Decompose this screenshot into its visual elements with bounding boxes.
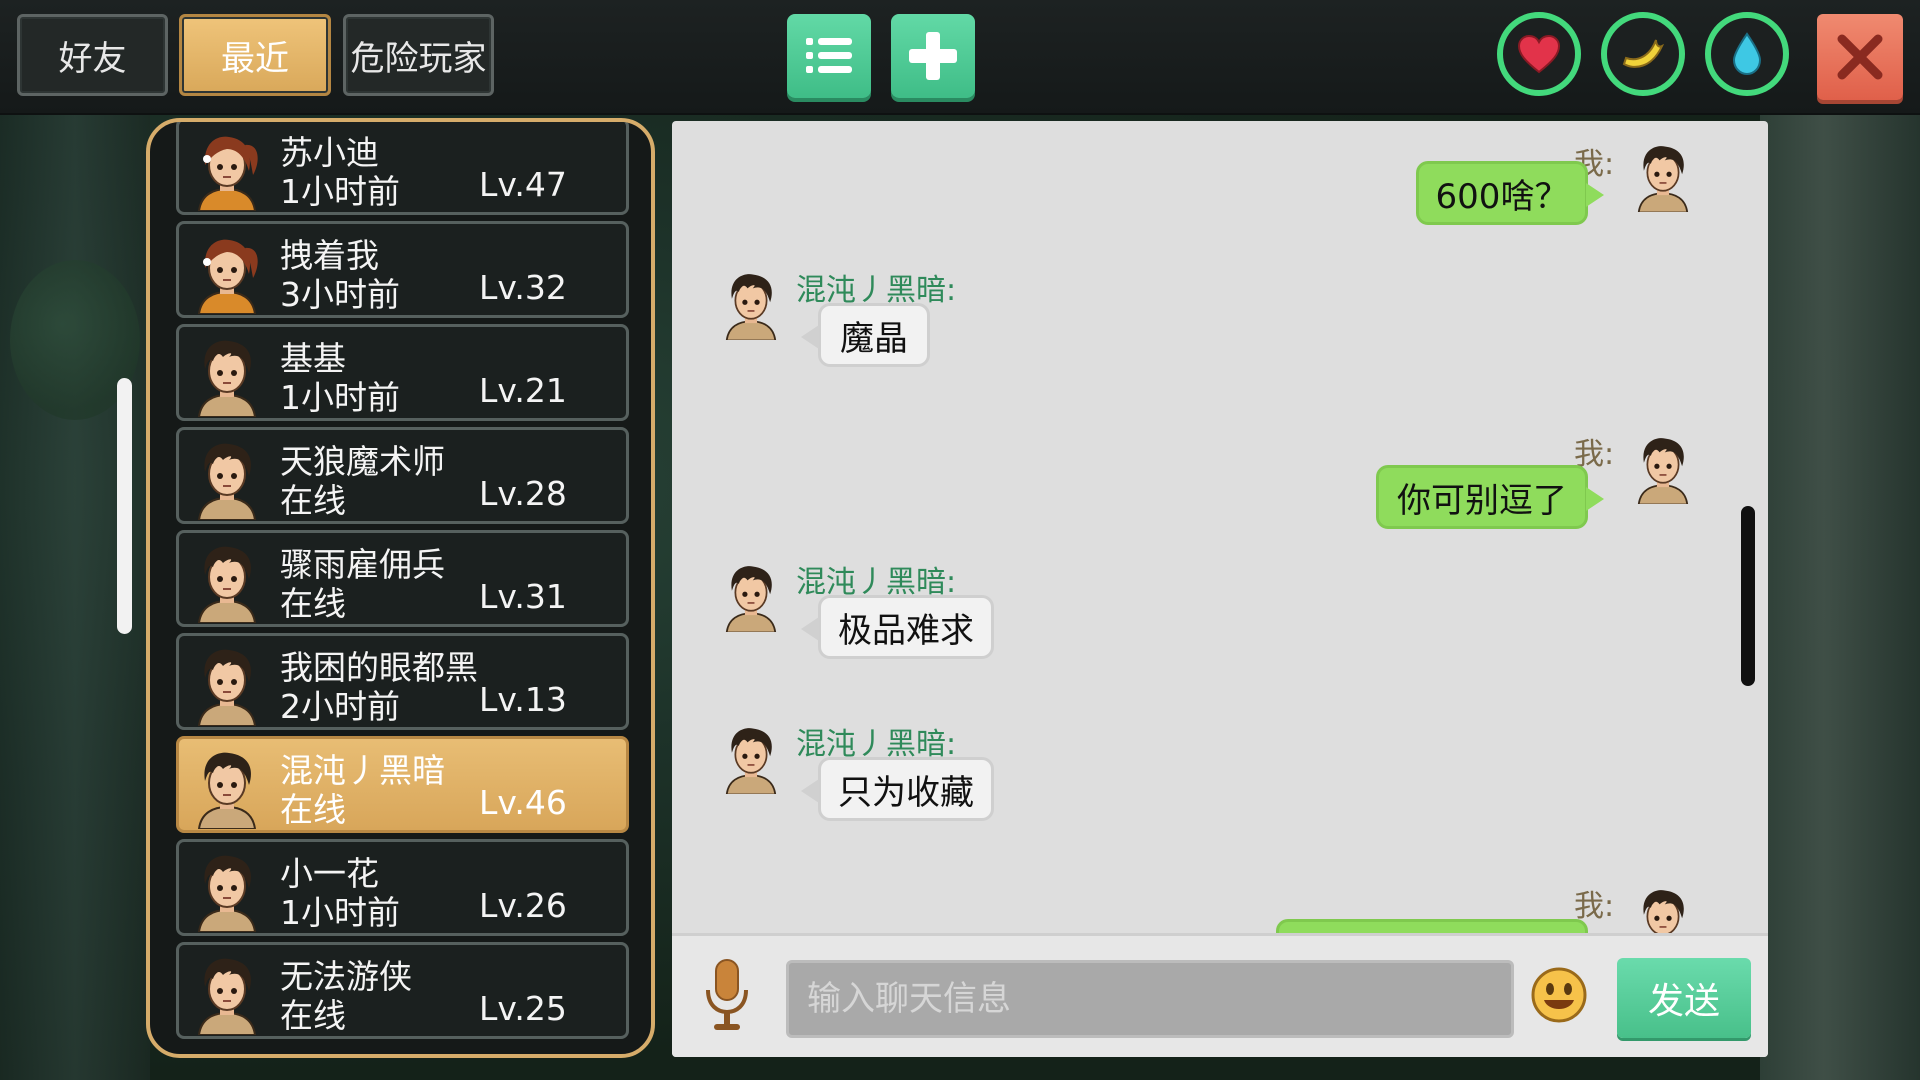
friend-status: 3小时前: [280, 275, 400, 314]
friend-status: 1小时前: [280, 172, 400, 211]
friend-status: 1小时前: [280, 893, 400, 932]
friend-level: Lv.21: [479, 371, 567, 410]
tab-recent[interactable]: 最近: [179, 14, 331, 96]
close-icon: [1837, 34, 1883, 80]
heart-icon: [1517, 34, 1561, 74]
tab-friends[interactable]: 好友: [17, 14, 168, 96]
friend-list-item[interactable]: 无法游侠 在线 Lv.25: [176, 942, 629, 1039]
avatar-portrait-icon: [1637, 438, 1689, 506]
avatar: [189, 337, 265, 418]
thirst-stat: [1705, 12, 1789, 96]
avatar-portrait-icon: [197, 340, 257, 418]
message-bubble: 只为收藏: [818, 757, 994, 821]
background-tree-right: [1760, 115, 1920, 1080]
friend-list-scrollbar[interactable]: [117, 378, 132, 634]
add-friend-button[interactable]: [891, 14, 975, 98]
friend-status: 在线: [280, 584, 346, 623]
message-bubble: 你可别逗了: [1376, 465, 1588, 529]
avatar-portrait-icon: [1637, 146, 1689, 214]
health-stat: [1497, 12, 1581, 96]
avatar-portrait-icon: [197, 855, 257, 933]
bubble-tail: [1586, 183, 1604, 207]
avatar: [189, 749, 265, 830]
hunger-stat: [1601, 12, 1685, 96]
friend-list-item[interactable]: 苏小迪 1小时前 Lv.47: [176, 122, 629, 215]
avatar: [189, 852, 265, 933]
avatar: [189, 955, 265, 1036]
microphone-icon[interactable]: [702, 956, 752, 1036]
friend-level: Lv.31: [479, 577, 567, 616]
friend-level: Lv.25: [479, 989, 567, 1028]
chat-avatar[interactable]: [718, 271, 784, 351]
list-icon: [806, 38, 852, 73]
plus-icon: [909, 32, 957, 80]
avatar-portrait-icon: [197, 136, 258, 212]
friend-list-item[interactable]: 小一花 1小时前 Lv.26: [176, 839, 629, 936]
friend-list-item[interactable]: 骤雨雇佣兵 在线 Lv.31: [176, 530, 629, 627]
water-drop-icon: [1732, 32, 1762, 76]
avatar-portrait-icon: [197, 546, 257, 624]
close-button[interactable]: [1817, 14, 1903, 100]
friend-list-item[interactable]: 我困的眼都黑 2小时前 Lv.13: [176, 633, 629, 730]
avatar-portrait-icon: [197, 752, 257, 830]
friend-list-panel: 苏小迪 1小时前 Lv.47 拽着我 3小时前 Lv.32 基基 1小时前 Lv.21 天狼魔术师…: [146, 118, 655, 1058]
chat-avatar[interactable]: [718, 563, 784, 643]
top-bar: 好友 最近 危险玩家: [0, 0, 1920, 115]
avatar: [189, 234, 265, 315]
friend-status: 在线: [280, 481, 346, 520]
avatar-portrait-icon: [725, 728, 777, 796]
chat-input[interactable]: [786, 960, 1514, 1038]
friend-level: Lv.47: [479, 165, 567, 204]
avatar: [189, 131, 265, 212]
chat-avatar[interactable]: [718, 725, 784, 805]
avatar-portrait-icon: [725, 274, 777, 342]
chat-avatar[interactable]: [1630, 435, 1696, 515]
avatar-portrait-icon: [197, 239, 258, 315]
friend-list-item[interactable]: 基基 1小时前 Lv.21: [176, 324, 629, 421]
chat-avatar[interactable]: [1630, 143, 1696, 223]
friend-level: Lv.32: [479, 268, 567, 307]
friend-level: Lv.28: [479, 474, 567, 513]
chat-panel: 我: 600啥？ 混沌丿黑暗: 魔晶 我: 你可别逗了 混沌丿黑暗: 极品难求 混沌丿黑暗: 只为…: [672, 121, 1768, 1057]
avatar-portrait-icon: [1643, 890, 1684, 933]
tab-danger-players[interactable]: 危险玩家: [343, 14, 494, 96]
avatar: [189, 440, 265, 521]
bubble-tail: [801, 779, 819, 803]
list-button[interactable]: [787, 14, 871, 98]
friend-list-item[interactable]: 拽着我 3小时前 Lv.32: [176, 221, 629, 318]
friend-level: Lv.13: [479, 680, 567, 719]
chat-input-bar: 发送: [672, 933, 1768, 1057]
bubble-tail: [1586, 487, 1604, 511]
send-button[interactable]: 发送: [1617, 958, 1751, 1038]
friend-status: 在线: [280, 790, 346, 829]
message-bubble: 极品难求: [818, 595, 994, 659]
friend-status: 1小时前: [280, 378, 400, 417]
smiley-icon[interactable]: [1530, 966, 1588, 1024]
chat-scrollbar[interactable]: [1741, 506, 1755, 686]
bubble-tail: [801, 617, 819, 641]
avatar-portrait-icon: [197, 649, 257, 727]
banana-icon: [1622, 39, 1665, 68]
message-bubble: 600啥？: [1416, 161, 1588, 225]
friend-level: Lv.46: [479, 783, 567, 822]
friend-status: 在线: [280, 996, 346, 1035]
avatar-portrait-icon: [197, 443, 257, 521]
friend-level: Lv.26: [479, 886, 567, 925]
avatar: [189, 543, 265, 624]
sender-name: 我:: [1574, 889, 1615, 924]
chat-avatar[interactable]: [1630, 887, 1696, 933]
friend-status: 2小时前: [280, 687, 400, 726]
chat-messages: 我: 600啥？ 混沌丿黑暗: 魔晶 我: 你可别逗了 混沌丿黑暗: 极品难求 混沌丿黑暗: 只为…: [672, 121, 1768, 933]
avatar: [189, 646, 265, 727]
message-bubble: [1276, 919, 1588, 933]
avatar-portrait-icon: [725, 566, 777, 634]
bubble-tail: [801, 325, 819, 349]
message-bubble: 魔晶: [818, 303, 930, 367]
friend-list-item[interactable]: 混沌丿黑暗 在线 Lv.46: [176, 736, 629, 833]
friend-list-item[interactable]: 天狼魔术师 在线 Lv.28: [176, 427, 629, 524]
avatar-portrait-icon: [197, 958, 257, 1036]
